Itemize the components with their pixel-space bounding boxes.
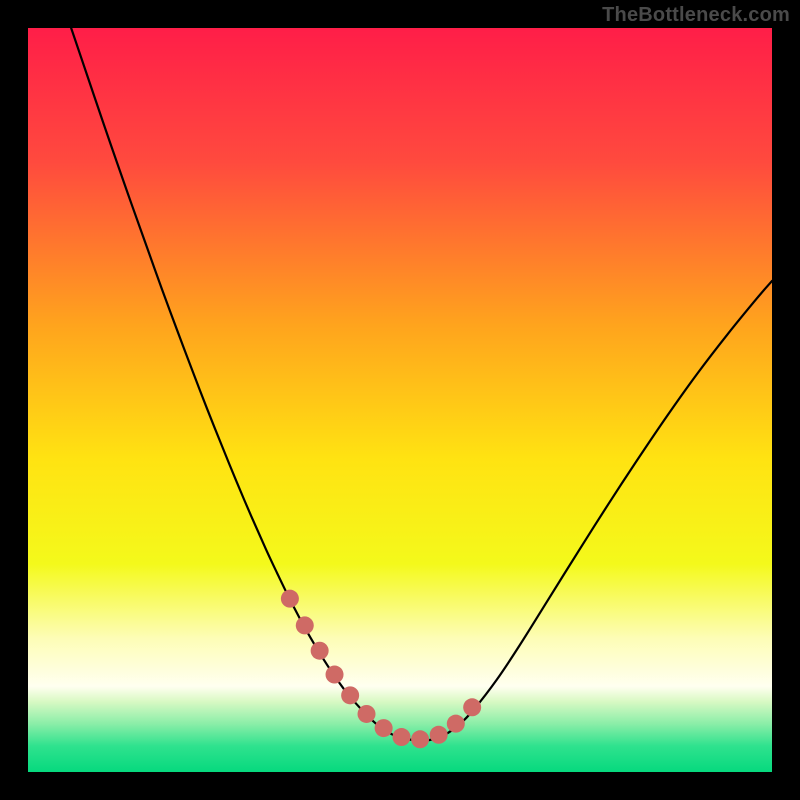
highlight-dot xyxy=(358,705,376,723)
highlight-dot xyxy=(375,719,393,737)
highlight-dot xyxy=(281,590,299,608)
highlight-dot xyxy=(447,715,465,733)
bottleneck-chart xyxy=(28,28,772,772)
plot-area xyxy=(28,28,772,772)
watermark-text: TheBottleneck.com xyxy=(602,4,790,27)
highlight-dot xyxy=(463,698,481,716)
chart-background xyxy=(28,28,772,772)
highlight-dot xyxy=(392,728,410,746)
highlight-dot xyxy=(326,666,344,684)
chart-frame: TheBottleneck.com xyxy=(0,0,800,800)
highlight-dot xyxy=(296,616,314,634)
highlight-dot xyxy=(430,726,448,744)
highlight-dot xyxy=(411,730,429,748)
highlight-dot xyxy=(311,642,329,660)
highlight-dot xyxy=(341,686,359,704)
